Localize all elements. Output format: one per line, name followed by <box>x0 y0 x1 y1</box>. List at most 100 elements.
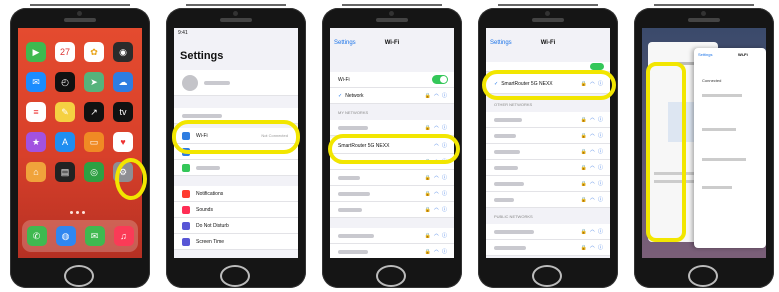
lock-wifi-info-icons: 🔒 ◠ ⓘ <box>424 93 448 99</box>
phone-icon[interactable]: ✆ <box>26 226 47 246</box>
cellular-icon <box>182 163 190 172</box>
maps-icon[interactable]: ➤ <box>84 72 104 92</box>
find-my-icon[interactable]: ◎ <box>84 162 104 182</box>
wifi-connected-screen: Settings Wi-Fi ✓ SmartRouter 5G NEXX 🔒 ◠… <box>486 28 610 258</box>
settings-item-label: Sounds <box>196 206 213 213</box>
network-row[interactable]: 🔒 ◠ ⓘ <box>486 128 610 144</box>
home-button[interactable] <box>376 265 406 287</box>
stocks-icon[interactable]: ↗ <box>84 102 104 122</box>
network-row[interactable]: 🔒 ◠ ⓘ <box>486 240 610 256</box>
settings-app-card[interactable]: Settings Wi-Fi Connected <box>694 48 766 248</box>
back-button[interactable]: Settings <box>698 52 712 57</box>
settings-item[interactable]: Notifications <box>174 186 298 202</box>
account-name-placeholder <box>204 80 230 85</box>
moon-icon <box>182 221 190 230</box>
phone-wifi-connected: Settings Wi-Fi ✓ SmartRouter 5G NEXX 🔒 ◠… <box>478 4 618 288</box>
books-icon[interactable]: ▭ <box>84 132 104 152</box>
network-row[interactable]: 🔒 ◠ ⓘ <box>330 170 454 186</box>
home-button[interactable] <box>688 265 718 287</box>
app-grid: ▶ 27 ✿ ◉ ✉ ◴ ➤ ☁ ≡ ✎ ↗ tv ★ A ▭ ♥ ⌂ ▤ ◎ ⚙ <box>26 42 134 182</box>
calendar-icon[interactable]: 27 <box>55 42 75 62</box>
podcasts-icon[interactable]: ★ <box>26 132 46 152</box>
highlight-settings-app <box>115 158 147 200</box>
settings-item[interactable]: Do Not Disturb <box>174 218 298 234</box>
network-row[interactable]: 🔒 ◠ ⓘ <box>486 144 610 160</box>
appstore-icon[interactable]: A <box>55 132 75 152</box>
network-row[interactable]: 🔒 ◠ ⓘ <box>486 224 610 240</box>
clock-icon[interactable]: ◴ <box>55 72 75 92</box>
earpiece <box>532 18 564 22</box>
lock-wifi-info-icons: 🔒 ◠ ⓘ <box>424 249 448 255</box>
front-camera <box>545 11 550 16</box>
facetime-icon[interactable]: ▶ <box>26 42 46 62</box>
network-row[interactable]: 🔒 ◠ ⓘ <box>486 112 610 128</box>
highlight-wifi-row <box>172 120 300 154</box>
phone-top-edge <box>186 4 286 6</box>
lock-wifi-info-icons: 🔒 ◠ ⓘ <box>424 191 448 197</box>
wifi-toggle[interactable] <box>590 63 604 70</box>
home-button[interactable] <box>532 265 562 287</box>
camera-icon[interactable]: ◉ <box>113 42 133 62</box>
lock-wifi-info-icons: 🔒 ◠ ⓘ <box>424 233 448 239</box>
reminders-icon[interactable]: ≡ <box>26 102 46 122</box>
home-app-icon[interactable]: ⌂ <box>26 162 46 182</box>
wallet-icon[interactable]: ▤ <box>55 162 75 182</box>
highlight-app-card <box>646 62 686 242</box>
network-row[interactable]: 🔒 ◠ ⓘ <box>486 160 610 176</box>
notes-icon[interactable]: ✎ <box>55 102 75 122</box>
section-header: OTHER NETWORKS <box>494 102 533 107</box>
settings-item[interactable]: Screen Time <box>174 234 298 250</box>
page-title: Settings <box>180 50 224 62</box>
connected-network-name: Network <box>345 92 364 99</box>
network-row[interactable]: 🔒 ◠ ⓘ <box>330 186 454 202</box>
earpiece <box>64 18 96 22</box>
earpiece <box>220 18 252 22</box>
weather-icon[interactable]: ☁ <box>113 72 133 92</box>
health-icon[interactable]: ♥ <box>113 132 133 152</box>
music-icon[interactable]: ♫ <box>113 226 134 246</box>
tv-icon[interactable]: tv <box>113 102 133 122</box>
apple-id-row[interactable] <box>174 70 298 96</box>
settings-item-label: Screen Time <box>196 238 225 245</box>
lock-wifi-info-icons: 🔒 ◠ ⓘ <box>424 175 448 181</box>
status-text: Connected <box>702 78 722 83</box>
status-bar <box>486 28 610 38</box>
front-camera <box>389 11 394 16</box>
avatar <box>182 74 198 91</box>
checkmark-icon: ✓ <box>338 92 343 99</box>
highlight-connected-network <box>482 70 616 100</box>
wifi-toggle-row: Wi-Fi <box>330 72 454 88</box>
earpiece <box>376 18 408 22</box>
cellular-row[interactable] <box>174 160 298 176</box>
messages-icon[interactable]: ✉ <box>84 226 105 246</box>
settings-item-label: Do Not Disturb <box>196 222 229 229</box>
network-row[interactable]: 🔒 ◠ ⓘ <box>486 192 610 208</box>
connected-network-row[interactable]: ✓ Network 🔒 ◠ ⓘ <box>330 88 454 104</box>
earpiece <box>688 18 720 22</box>
network-row[interactable]: 🔒 ◠ ⓘ <box>330 228 454 244</box>
network-row[interactable]: 🔒 ◠ ⓘ <box>486 176 610 192</box>
photos-icon[interactable]: ✿ <box>84 42 104 62</box>
wifi-toggle-label: Wi-Fi <box>338 76 350 83</box>
phone-app-switcher: Settings Wi-Fi Connected <box>634 4 774 288</box>
phone-wifi-list: Settings Wi-Fi Wi-Fi ✓ Network 🔒 ◠ ⓘ MY … <box>322 4 462 288</box>
notifications-icon <box>182 189 190 198</box>
mail-icon[interactable]: ✉ <box>26 72 46 92</box>
safari-icon[interactable]: ◍ <box>55 226 76 246</box>
phone-home-screen: ▶ 27 ✿ ◉ ✉ ◴ ➤ ☁ ≡ ✎ ↗ tv ★ A ▭ ♥ ⌂ ▤ ◎ ⚙ ✆ ◍ ✉ ♫ <box>10 4 150 288</box>
nav-bar: Settings Wi-Fi <box>330 38 454 52</box>
section-header: MY NETWORKS <box>338 110 369 115</box>
status-time: 9:41 <box>178 30 188 36</box>
settings-item[interactable]: Sounds <box>174 202 298 218</box>
nav-title: Wi-Fi <box>384 40 400 46</box>
phone-top-edge <box>498 4 598 6</box>
phone-settings: 9:41 Settings Wi-Fi Not Connected Notifi… <box>166 4 306 288</box>
network-row[interactable]: 🔒 ◠ ⓘ <box>330 244 454 258</box>
network-row[interactable]: 🔒 ◠ ⓘ <box>330 202 454 218</box>
home-button[interactable] <box>220 265 250 287</box>
wifi-toggle[interactable] <box>432 75 448 84</box>
phone-top-edge <box>30 4 130 6</box>
nav-title: Wi-Fi <box>738 52 748 57</box>
lock-wifi-info-icons: 🔒 ◠ ⓘ <box>424 125 448 131</box>
home-button[interactable] <box>64 265 94 287</box>
